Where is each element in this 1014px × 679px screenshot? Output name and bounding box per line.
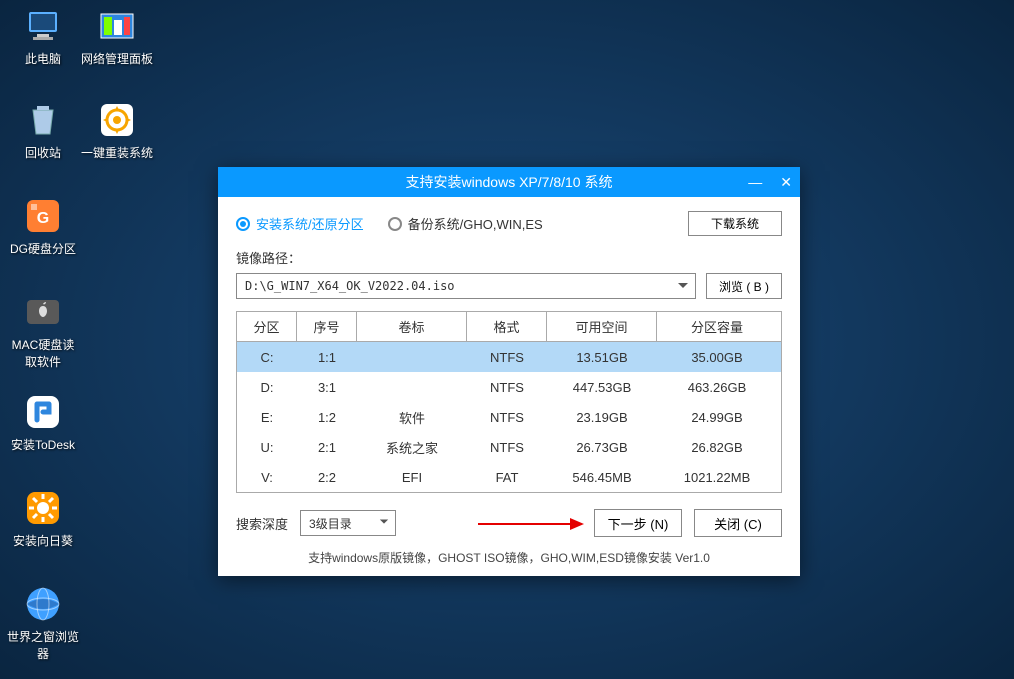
desktop-icon-label: 世界之窗浏览器 bbox=[6, 628, 80, 662]
cell-free: 447.53GB bbox=[547, 380, 657, 395]
path-value: D:\G_WIN7_X64_OK_V2022.04.iso bbox=[245, 279, 455, 293]
table-row[interactable]: U:2:1系统之家NTFS26.73GB26.82GB bbox=[237, 432, 781, 462]
network-panel-icon bbox=[97, 6, 137, 46]
desktop-icon-world-browser[interactable]: 世界之窗浏览器 bbox=[6, 584, 80, 662]
cell-drive: U: bbox=[237, 440, 297, 455]
minimize-icon[interactable]: — bbox=[748, 174, 762, 190]
svg-text:G: G bbox=[37, 210, 49, 227]
cell-free: 26.73GB bbox=[547, 440, 657, 455]
this-pc-icon bbox=[23, 6, 63, 46]
browse-button[interactable]: 浏览 ( B ) bbox=[706, 273, 782, 299]
cell-seq: 1:2 bbox=[297, 410, 357, 425]
cell-fmt: NTFS bbox=[467, 350, 547, 365]
desktop-icon-recycle-bin[interactable]: 回收站 bbox=[6, 100, 80, 161]
close-button[interactable]: 关闭 (C) bbox=[694, 509, 782, 537]
chevron-down-icon bbox=[675, 278, 691, 294]
desktop-icon-install-todesk[interactable]: 安装ToDesk bbox=[6, 392, 80, 453]
cell-seq: 3:1 bbox=[297, 380, 357, 395]
cell-drive: C: bbox=[237, 350, 297, 365]
cell-cap: 24.99GB bbox=[657, 410, 777, 425]
desktop-icon-label: 一键重装系统 bbox=[80, 144, 154, 161]
desktop-icon-label: 回收站 bbox=[6, 144, 80, 161]
close-icon[interactable]: ✕ bbox=[780, 174, 792, 191]
column-header[interactable]: 卷标 bbox=[357, 312, 467, 341]
desktop-icon-install-sunflower[interactable]: 安装向日葵 bbox=[6, 488, 80, 549]
cell-free: 546.45MB bbox=[547, 470, 657, 485]
world-browser-icon bbox=[23, 584, 63, 624]
radio-install-label: 安装系统/还原分区 bbox=[256, 214, 364, 233]
desktop-icon-network-panel[interactable]: 网络管理面板 bbox=[80, 6, 154, 67]
cell-cap: 26.82GB bbox=[657, 440, 777, 455]
path-dropdown[interactable]: D:\G_WIN7_X64_OK_V2022.04.iso bbox=[236, 273, 696, 299]
partition-table: 分区序号卷标格式可用空间分区容量 C:1:1NTFS13.51GB35.00GB… bbox=[236, 311, 782, 493]
mac-disk-reader-icon bbox=[23, 292, 63, 332]
cell-cap: 35.00GB bbox=[657, 350, 777, 365]
cell-free: 23.19GB bbox=[547, 410, 657, 425]
desktop-icon-label: 安装向日葵 bbox=[6, 532, 80, 549]
depth-dropdown[interactable]: 3级目录 bbox=[300, 510, 396, 536]
path-label: 镜像路径： bbox=[236, 248, 782, 267]
cell-drive: D: bbox=[237, 380, 297, 395]
column-header[interactable]: 分区 bbox=[237, 312, 297, 341]
install-dialog: 支持安装windows XP/7/8/10 系统 — ✕ 安装系统/还原分区 备… bbox=[218, 167, 800, 576]
cell-vol: 系统之家 bbox=[357, 438, 467, 457]
desktop-icon-mac-disk-reader[interactable]: MAC硬盘读取软件 bbox=[6, 292, 80, 370]
cell-seq: 2:2 bbox=[297, 470, 357, 485]
desktop-icon-this-pc[interactable]: 此电脑 bbox=[6, 6, 80, 67]
cell-vol: EFI bbox=[357, 470, 467, 485]
radio-install[interactable]: 安装系统/还原分区 bbox=[236, 214, 364, 233]
cell-fmt: NTFS bbox=[467, 380, 547, 395]
cell-drive: E: bbox=[237, 410, 297, 425]
dg-partition-icon: G bbox=[23, 196, 63, 236]
column-header[interactable]: 可用空间 bbox=[547, 312, 657, 341]
arrow-annotation bbox=[476, 515, 586, 533]
footer-text: 支持windows原版镜像，GHOST ISO镜像，GHO,WIM,ESD镜像安… bbox=[236, 549, 782, 566]
install-todesk-icon bbox=[23, 392, 63, 432]
desktop-icon-one-click-reinstall[interactable]: 一键重装系统 bbox=[80, 100, 154, 161]
table-row[interactable]: C:1:1 NTFS13.51GB35.00GB bbox=[237, 342, 781, 372]
install-sunflower-icon bbox=[23, 488, 63, 528]
cell-free: 13.51GB bbox=[547, 350, 657, 365]
download-button[interactable]: 下载系统 bbox=[688, 211, 782, 236]
desktop-icon-label: DG硬盘分区 bbox=[6, 240, 80, 257]
recycle-bin-icon bbox=[23, 100, 63, 140]
table-row[interactable]: V:2:2EFIFAT546.45MB1021.22MB bbox=[237, 462, 781, 492]
radio-backup-label: 备份系统/GHO,WIN,ES bbox=[408, 214, 543, 233]
cell-fmt: NTFS bbox=[467, 440, 547, 455]
cell-cap: 1021.22MB bbox=[657, 470, 777, 485]
column-header[interactable]: 格式 bbox=[467, 312, 547, 341]
table-row[interactable]: E:1:2软件NTFS23.19GB24.99GB bbox=[237, 402, 781, 432]
one-click-reinstall-icon bbox=[97, 100, 137, 140]
chevron-down-icon bbox=[379, 516, 389, 530]
next-button[interactable]: 下一步 (N) bbox=[594, 509, 682, 537]
desktop-icon-label: MAC硬盘读取软件 bbox=[6, 336, 80, 370]
table-row[interactable]: D:3:1 NTFS447.53GB463.26GB bbox=[237, 372, 781, 402]
cell-fmt: NTFS bbox=[467, 410, 547, 425]
column-header[interactable]: 分区容量 bbox=[657, 312, 777, 341]
desktop-icon-label: 安装ToDesk bbox=[6, 436, 80, 453]
table-header: 分区序号卷标格式可用空间分区容量 bbox=[237, 312, 781, 342]
cell-fmt: FAT bbox=[467, 470, 547, 485]
desktop-icon-label: 网络管理面板 bbox=[80, 50, 154, 67]
title-text: 支持安装windows XP/7/8/10 系统 bbox=[406, 172, 613, 192]
depth-value: 3级目录 bbox=[309, 515, 352, 532]
cell-seq: 1:1 bbox=[297, 350, 357, 365]
depth-label: 搜索深度 bbox=[236, 514, 288, 533]
cell-drive: V: bbox=[237, 470, 297, 485]
cell-vol: 软件 bbox=[357, 408, 467, 427]
radio-backup[interactable]: 备份系统/GHO,WIN,ES bbox=[388, 214, 543, 233]
cell-seq: 2:1 bbox=[297, 440, 357, 455]
titlebar[interactable]: 支持安装windows XP/7/8/10 系统 — ✕ bbox=[218, 167, 800, 197]
desktop-icon-label: 此电脑 bbox=[6, 50, 80, 67]
desktop-icon-dg-partition[interactable]: G DG硬盘分区 bbox=[6, 196, 80, 257]
column-header[interactable]: 序号 bbox=[297, 312, 357, 341]
cell-cap: 463.26GB bbox=[657, 380, 777, 395]
